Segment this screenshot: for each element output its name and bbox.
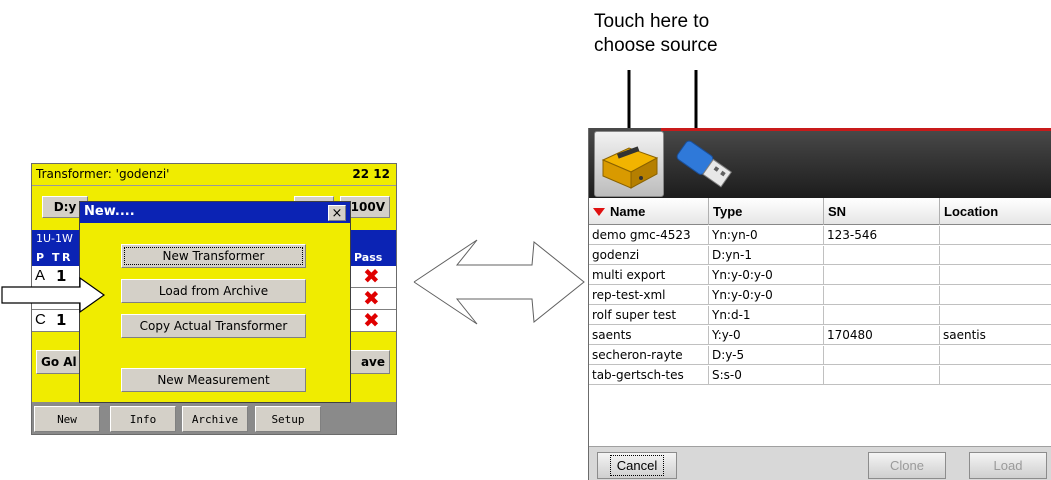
cell-sn: 170480: [824, 326, 940, 345]
transformer-title: Transformer: 'godenzi': [36, 167, 170, 181]
tab-archive[interactable]: Archive: [182, 406, 248, 432]
cell-location: [940, 346, 1051, 365]
cell-name: godenzi: [589, 246, 709, 265]
callout-line-2: choose source: [594, 35, 718, 56]
close-icon[interactable]: ×: [328, 205, 346, 221]
cell-location: [940, 266, 1051, 285]
tab-setup[interactable]: Setup: [255, 406, 321, 432]
cell-type: Yn:y-0:y-0: [709, 286, 824, 305]
cell-sn: [824, 306, 940, 325]
cell-location: [940, 306, 1051, 325]
transition-arrow-icon: [413, 239, 585, 325]
cell-sn: [824, 246, 940, 265]
cell-location: [940, 286, 1051, 305]
table-row[interactable]: godenzi D:yn-1: [589, 246, 1051, 265]
table-row[interactable]: secheron-rayte D:y-5: [589, 346, 1051, 365]
new-measurement-button[interactable]: New Measurement: [121, 368, 306, 392]
cell-type: Yn:yn-0: [709, 226, 824, 245]
cell-sn: 123-546: [824, 226, 940, 245]
tab-new[interactable]: New: [34, 406, 100, 432]
column-header-location[interactable]: Location: [940, 198, 1051, 225]
cell-location: [940, 226, 1051, 245]
cancel-button[interactable]: Cancel: [597, 452, 677, 479]
column-header-sn[interactable]: SN: [824, 198, 940, 225]
new-dialog: New.... × New Transformer Load from Arch…: [79, 201, 351, 403]
cell-sn: [824, 286, 940, 305]
cell-name: rep-test-xml: [589, 286, 709, 305]
cell-name: saents: [589, 326, 709, 345]
cell-sn: [824, 346, 940, 365]
cell-type: S:s-0: [709, 366, 824, 385]
cancel-button-label: Cancel: [609, 455, 665, 476]
cell-type: D:yn-1: [709, 246, 824, 265]
sort-descending-icon: [593, 207, 605, 216]
table-row[interactable]: rolf super test Yn:d-1: [589, 306, 1051, 325]
table-header: Name Type SN Location: [589, 198, 1051, 225]
col-t: T: [52, 251, 60, 264]
fail-icon: ✖: [363, 308, 380, 332]
table-row[interactable]: demo gmc-4523 Yn:yn-0 123-546: [589, 226, 1051, 245]
column-header-name[interactable]: Name: [589, 198, 709, 225]
cell-location: [940, 246, 1051, 265]
load-button[interactable]: Load: [969, 452, 1047, 479]
callout-annotation: Touch here to choose source: [594, 10, 774, 58]
table-row[interactable]: rep-test-xml Yn:y-0:y-0: [589, 286, 1051, 305]
col-p: P: [36, 251, 45, 264]
hardware-box-icon[interactable]: [594, 131, 664, 197]
new-transformer-button[interactable]: New Transformer: [121, 244, 306, 268]
load-from-archive-button[interactable]: Load from Archive: [121, 279, 306, 303]
source-bar: [589, 128, 1051, 198]
cell-name: tab-gertsch-tes: [589, 366, 709, 385]
cell-type: Y:y-0: [709, 326, 824, 345]
cell-type: Yn:y-0:y-0: [709, 266, 824, 285]
cell-name: multi export: [589, 266, 709, 285]
column-header-type[interactable]: Type: [709, 198, 824, 225]
fail-icon: ✖: [363, 286, 380, 310]
clone-button[interactable]: Clone: [868, 452, 946, 479]
cell-name: demo gmc-4523: [589, 226, 709, 245]
cell-type: Yn:d-1: [709, 306, 824, 325]
cell-type: D:y-5: [709, 346, 824, 365]
action-bar: Cancel Clone Load: [589, 446, 1051, 480]
table-row[interactable]: saents Y:y-0 170480 saentis: [589, 326, 1051, 345]
left-title-bar: Transformer: 'godenzi' 22 12: [32, 164, 396, 186]
table-row[interactable]: tab-gertsch-tes S:s-0: [589, 366, 1051, 385]
cell-name: secheron-rayte: [589, 346, 709, 365]
cell-location: [940, 366, 1051, 385]
clock: 22 12: [352, 167, 390, 181]
tab-info[interactable]: Info: [110, 406, 176, 432]
dialog-title-bar: New.... ×: [80, 202, 350, 223]
column-header-label: Name: [610, 204, 646, 219]
copy-actual-transformer-button[interactable]: Copy Actual Transformer: [121, 314, 306, 338]
col-r: R: [62, 251, 71, 264]
fail-icon: ✖: [363, 264, 380, 288]
cell-sn: [824, 366, 940, 385]
col-pass: Pass: [354, 251, 383, 264]
pointer-arrow-icon: [1, 276, 106, 314]
callout-line-1: Touch here to: [594, 11, 710, 32]
cell-name: rolf super test: [589, 306, 709, 325]
cell-location: saentis: [943, 328, 986, 342]
table-row[interactable]: multi export Yn:y-0:y-0: [589, 266, 1051, 285]
usb-stick-icon[interactable]: [669, 131, 739, 197]
cell-sn: [824, 266, 940, 285]
archive-table: Name Type SN Location demo gmc-4523 Yn:y…: [589, 198, 1051, 446]
dialog-title: New....: [84, 204, 135, 219]
bottom-tab-bar: New Info Archive Setup: [32, 402, 396, 434]
measurement-label: 1U-1W: [36, 232, 73, 245]
right-device-screen: Name Type SN Location demo gmc-4523 Yn:y…: [588, 128, 1051, 480]
